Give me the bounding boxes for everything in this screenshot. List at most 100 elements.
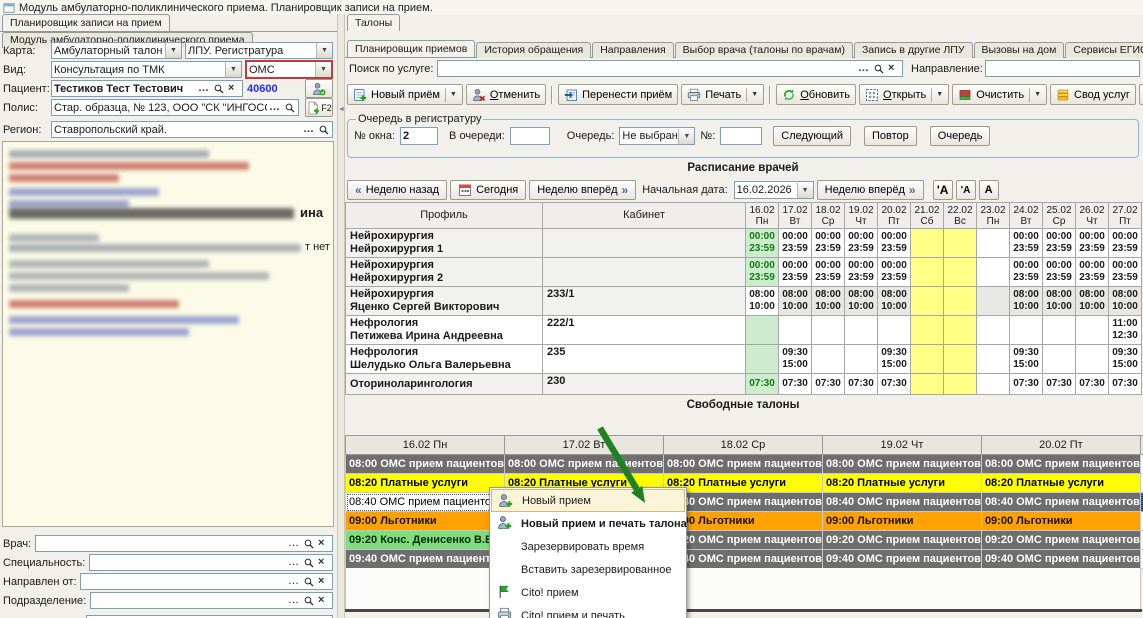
ellipsis-icon[interactable]: … (288, 595, 300, 607)
ticket-cell[interactable]: 09:20 ОМС прием пациентов (822, 531, 981, 550)
new-appointment-button[interactable]: Новый приём▼ (347, 84, 463, 105)
schedule-cell[interactable]: 09:3015:00 (1109, 345, 1142, 374)
chevron-down-icon[interactable]: ▼ (797, 183, 813, 198)
schedule-cell[interactable]: 00:0023:59 (878, 229, 911, 258)
menu-item-cito[interactable]: Cito! прием (491, 581, 685, 604)
move-appointment-button[interactable]: Перенести приём (558, 84, 678, 105)
service-search-input[interactable]: … × (437, 60, 903, 77)
schedule-day-header[interactable]: 18.02Ср (812, 203, 845, 229)
print-button[interactable]: Печать▼ (681, 84, 764, 105)
schedule-cell[interactable] (977, 287, 1010, 316)
schedule-day-header[interactable]: 20.02Пт (878, 203, 911, 229)
ticket-cell[interactable]: 08:40 ОМС прием пациентов (663, 493, 822, 512)
schedule-cell[interactable] (1043, 316, 1076, 345)
magnifier-icon[interactable] (303, 557, 315, 569)
schedule-day-header[interactable]: 26.02Чт (1076, 203, 1109, 229)
start-date-select[interactable]: 16.02.2026▼ (734, 181, 814, 199)
in-queue-input[interactable] (510, 127, 550, 145)
schedule-cell[interactable]: 09:3015:00 (878, 345, 911, 374)
schedule-day-header[interactable]: 25.02Ср (1043, 203, 1076, 229)
ticket-cell[interactable]: 09:40 ОМС прием пациентов (981, 550, 1140, 569)
card-type-select[interactable]: Амбулаторный талон▼ (51, 42, 182, 59)
chevron-down-icon[interactable]: ▼ (316, 43, 332, 58)
schedule-cell[interactable] (944, 316, 977, 345)
schedule-day-header[interactable]: 27.02Пт (1109, 203, 1142, 229)
schedule-cell[interactable]: 00:0023:59 (779, 258, 812, 287)
menu-item-new-appointment[interactable]: Новый прием (491, 489, 685, 512)
chevron-down-icon[interactable]: ▼ (678, 129, 694, 144)
schedule-cell[interactable] (812, 345, 845, 374)
schedule-day-header[interactable]: 21.02Сб (911, 203, 944, 229)
schedule-cell[interactable] (779, 316, 812, 345)
schedule-cell[interactable]: 07:30 (746, 374, 779, 395)
schedule-cell[interactable]: 07:30 (1010, 374, 1043, 395)
schedule-cell[interactable]: 00:0023:59 (1043, 258, 1076, 287)
schedule-cell[interactable] (1076, 345, 1109, 374)
tickets-day-header[interactable]: 20.02 Пт (981, 436, 1140, 455)
schedule-day-header[interactable]: 19.02Чт (845, 203, 878, 229)
right-tab[interactable]: Направления (592, 42, 673, 58)
schedule-cell[interactable] (944, 345, 977, 374)
policy-field[interactable]: Стар. образца, № 123, ООО "СК "ИНГОССТ … (51, 99, 299, 116)
tickets-day-header[interactable]: 19.02 Чт (822, 436, 981, 455)
tab-scheduler[interactable]: Планировщик записи на прием (2, 14, 170, 31)
schedule-cell[interactable]: 08:0010:00 (779, 287, 812, 316)
schedule-cell[interactable] (944, 258, 977, 287)
schedule-cell[interactable]: 00:0023:59 (1010, 258, 1043, 287)
direction-input[interactable] (985, 60, 1140, 77)
schedule-cell[interactable]: 00:0023:59 (845, 229, 878, 258)
schedule-day-header[interactable]: 17.02Вт (779, 203, 812, 229)
chevron-down-icon[interactable]: ▼ (165, 43, 181, 58)
queue-select[interactable]: Не выбрано▼ (619, 127, 695, 145)
ellipsis-icon[interactable]: … (288, 557, 300, 569)
schedule-cell[interactable]: 00:0023:59 (1109, 229, 1142, 258)
tickets-day-header[interactable]: 17.02 Вт (504, 436, 663, 455)
services-summary-button[interactable]: Свод услуг (1050, 84, 1136, 105)
tickets-day-header[interactable]: 18.02 Ср (663, 436, 822, 455)
schedule-cell[interactable]: 07:30 (1043, 374, 1076, 395)
right-tab[interactable]: Вызовы на дом (974, 42, 1065, 58)
schedule-day-header[interactable]: 23.02Пн (977, 203, 1010, 229)
schedule-day-header[interactable]: 24.02Вт (1010, 203, 1043, 229)
schedule-cell[interactable]: 00:0023:59 (779, 229, 812, 258)
ellipsis-icon[interactable]: … (288, 576, 300, 588)
schedule-cell[interactable]: 07:30 (1076, 374, 1109, 395)
schedule-day-header[interactable]: 16.02Пн (746, 203, 779, 229)
ticket-cell[interactable]: 09:20 Конс. Денисенко В.В. (346, 531, 505, 550)
menu-item-paste-reserved[interactable]: Вставить зарезервированное (491, 558, 685, 581)
schedule-cell[interactable]: 08:0010:00 (878, 287, 911, 316)
x-icon[interactable]: × (888, 63, 900, 75)
ticket-cell[interactable]: 08:00 ОМС прием пациентов (663, 455, 822, 474)
clear-button[interactable]: Очистить▼ (952, 84, 1047, 105)
ticket-cell[interactable]: 08:00 ОМС прием пациентов (822, 455, 981, 474)
ticket-cell[interactable]: 09:40 ОМС прием пациентов (346, 550, 505, 569)
ticket-cell[interactable]: 09:20 ОМС прием пациентов (663, 531, 822, 550)
refresh-button[interactable]: Обновить (776, 84, 856, 105)
ellipsis-icon[interactable]: … (288, 538, 300, 550)
ticket-cell[interactable]: 08:20 Платные услуги (346, 474, 505, 493)
ellipsis-icon[interactable]: … (269, 102, 281, 114)
tab-tickets[interactable]: Талоны (347, 14, 400, 31)
ticket-cell[interactable]: 09:00 Льготники (663, 512, 822, 531)
font-larger-button[interactable]: 'A (933, 180, 953, 200)
ticket-cell[interactable]: 08:00 ОМС прием пациентов (981, 455, 1140, 474)
right-tab[interactable]: Планировщик приемов (347, 40, 475, 57)
magnifier-icon[interactable] (873, 63, 885, 75)
schedule-cell[interactable]: 00:0023:59 (812, 258, 845, 287)
menu-item-new-appointment-print[interactable]: Новый прием и печать талона (491, 512, 685, 535)
schedule-cell[interactable]: 00:0023:59 (746, 258, 779, 287)
schedule-cell[interactable]: 08:0010:00 (1076, 287, 1109, 316)
patient-field[interactable]: Тестиков Тест Тестович … × (51, 80, 243, 97)
schedule-cell[interactable] (977, 345, 1010, 374)
x-icon[interactable]: × (318, 595, 330, 607)
schedule-cell[interactable] (746, 345, 779, 374)
magnifier-icon[interactable] (303, 595, 315, 607)
repeat-button[interactable]: Повтор (864, 126, 917, 146)
schedule-cell[interactable] (944, 287, 977, 316)
new-policy-button[interactable]: F2 (305, 98, 333, 117)
schedule-cell[interactable]: 09:3015:00 (779, 345, 812, 374)
week-back-button[interactable]: « Неделю назад (347, 180, 447, 200)
schedule-cell[interactable] (977, 258, 1010, 287)
schedule-cell[interactable] (911, 229, 944, 258)
ticket-cell[interactable]: 08:40 ОМС прием пациентов (981, 493, 1140, 512)
